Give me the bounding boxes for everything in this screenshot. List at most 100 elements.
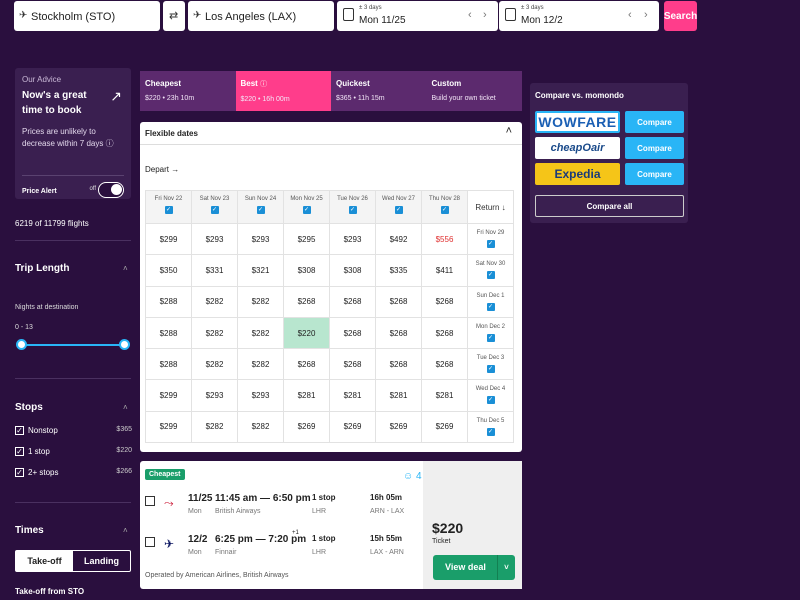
price-cell[interactable]: $268 [375,348,422,381]
chevron-right-icon[interactable]: › [483,9,487,21]
return-date-field[interactable]: ± 3 days Mon 12/2 ‹ › [499,1,659,31]
price-cell[interactable]: $268 [283,348,330,381]
price-cell[interactable]: $281 [375,379,422,412]
checkbox[interactable]: ✓ [15,468,24,477]
price-cell[interactable]: $269 [283,410,330,444]
outbound-leg[interactable]: ⤳ 11/25 Mon 11:45 am — 6:50 pm British A… [145,492,425,520]
price-cell[interactable]: $268 [375,316,422,350]
tab-best[interactable]: Best ⓘ $220 • 16h 00m [235,71,331,111]
price-cell[interactable]: $268 [329,348,376,381]
price-cell[interactable]: $335 [375,254,422,287]
price-cell[interactable]: $282 [191,285,238,318]
price-cell[interactable]: $282 [191,410,238,444]
checkbox[interactable]: ✓ [210,206,219,214]
price-cell[interactable]: $282 [237,410,284,444]
price-cell[interactable]: $321 [237,254,284,287]
checkbox[interactable]: ✓ [348,206,357,214]
compare-wowfare-button[interactable]: Compare [625,111,684,133]
destination-field[interactable]: ✈ Los Angeles (LAX) [188,1,334,31]
stop-option-1-stop[interactable]: ✓ 1 stop $220 [15,447,132,459]
chevron-down-icon[interactable]: ˅ [497,555,515,580]
tab-quickest[interactable]: Quickest $365 • 11h 15m [331,71,427,111]
price-cell[interactable]: $281 [329,379,376,412]
leg-checkbox[interactable] [145,537,155,547]
slider-handle-max[interactable] [119,339,130,350]
checkbox[interactable]: ✓ [486,302,495,311]
stops-title[interactable]: Stops [15,402,43,413]
chevron-left-icon[interactable]: ‹ [628,9,632,21]
return-date-header[interactable]: Tue Dec 3 ✓ [467,348,514,381]
checkbox[interactable]: ✓ [15,447,24,456]
checkbox[interactable]: ✓ [486,271,495,280]
price-cell[interactable]: $269 [421,410,468,444]
depart-date-header[interactable]: Tue Nov 26 ✓ [329,190,376,224]
checkbox[interactable]: ✓ [15,426,24,435]
tab-cheapest[interactable]: Cheapest $220 • 23h 10m [140,71,236,111]
compare-expedia-button[interactable]: Compare [625,163,684,185]
checkbox[interactable]: ✓ [486,427,495,436]
view-deal-button[interactable]: View deal ˅ [433,555,515,580]
depart-date-header[interactable]: Thu Nov 28 ✓ [421,190,468,224]
checkbox[interactable]: ✓ [486,396,495,405]
price-cell[interactable]: $288 [145,348,192,381]
price-cell[interactable]: $492 [375,222,422,256]
price-cell[interactable]: $281 [421,379,468,412]
checkbox[interactable]: ✓ [486,333,495,342]
depart-date-header[interactable]: Wed Nov 27 ✓ [375,190,422,224]
price-cell[interactable]: $268 [421,348,468,381]
return-date-header[interactable]: Fri Nov 29 ✓ [467,222,514,256]
origin-field[interactable]: ✈ Stockholm (STO) [14,1,160,31]
price-cell[interactable]: $268 [329,285,376,318]
price-cell[interactable]: $299 [145,410,192,444]
price-cell[interactable]: $269 [375,410,422,444]
depart-date-header[interactable]: Sun Nov 24 ✓ [237,190,284,224]
return-leg[interactable]: ✈ 12/2 Mon 6:25 pm — 7:20 pm +1 Finnair … [145,530,425,561]
price-cell[interactable]: $220 [283,316,330,350]
price-cell[interactable]: $308 [283,254,330,287]
price-cell[interactable]: $268 [421,285,468,318]
price-cell[interactable]: $282 [191,316,238,350]
price-alert-toggle[interactable] [98,182,124,198]
checkbox[interactable]: ✓ [486,365,495,374]
price-cell[interactable]: $293 [329,222,376,256]
checkbox[interactable]: ✓ [302,206,311,214]
compare-cheapoair-button[interactable]: Compare [625,137,684,159]
chevron-up-icon[interactable]: ˄ [123,526,128,535]
return-date-header[interactable]: Wed Dec 4 ✓ [467,379,514,412]
price-cell[interactable]: $293 [237,222,284,256]
price-cell[interactable]: $331 [191,254,238,287]
checkbox[interactable]: ✓ [486,240,495,248]
swap-button[interactable]: ⇄ [163,1,185,31]
price-cell[interactable]: $268 [283,285,330,318]
flight-result-card[interactable]: Cheapest ☺ 4 ⤳ 11/25 Mon 11:45 am — 6:50… [140,461,522,589]
price-cell[interactable]: $269 [329,410,376,444]
nights-slider-track[interactable] [21,344,125,346]
price-cell[interactable]: $268 [329,316,376,350]
tab-custom[interactable]: Custom Build your own ticket [426,71,522,111]
depart-date-field[interactable]: ± 3 days Mon 11/25 ‹ › [337,1,498,31]
tab-take-off[interactable]: Take-off [16,551,73,571]
checkbox[interactable]: ✓ [440,206,449,214]
return-date-header[interactable]: Sat Nov 30 ✓ [467,254,514,287]
price-cell[interactable]: $282 [237,316,284,350]
price-cell[interactable]: $293 [191,379,238,412]
chevron-right-icon[interactable]: › [644,9,648,21]
stop-option-2-stops[interactable]: ✓ 2+ stops $266 [15,468,132,480]
rating[interactable]: ☺ 4 [403,471,422,482]
price-cell[interactable]: $288 [145,285,192,318]
return-date-header[interactable]: Thu Dec 5 ✓ [467,410,514,444]
price-cell[interactable]: $282 [237,285,284,318]
price-cell[interactable]: $268 [421,316,468,350]
times-title[interactable]: Times [15,525,44,536]
stop-option-nonstop[interactable]: ✓ Nonstop $365 [15,426,132,438]
depart-date-header[interactable]: Fri Nov 22 ✓ [145,190,192,224]
price-cell[interactable]: $268 [375,285,422,318]
price-cell[interactable]: $299 [145,222,192,256]
price-cell[interactable]: $293 [237,379,284,412]
search-button[interactable]: Search [664,1,697,31]
leg-checkbox[interactable] [145,496,155,506]
price-cell[interactable]: $282 [237,348,284,381]
slider-handle-min[interactable] [16,339,27,350]
return-date-header[interactable]: Mon Dec 2 ✓ [467,316,514,350]
info-icon[interactable]: ⓘ [106,139,114,148]
